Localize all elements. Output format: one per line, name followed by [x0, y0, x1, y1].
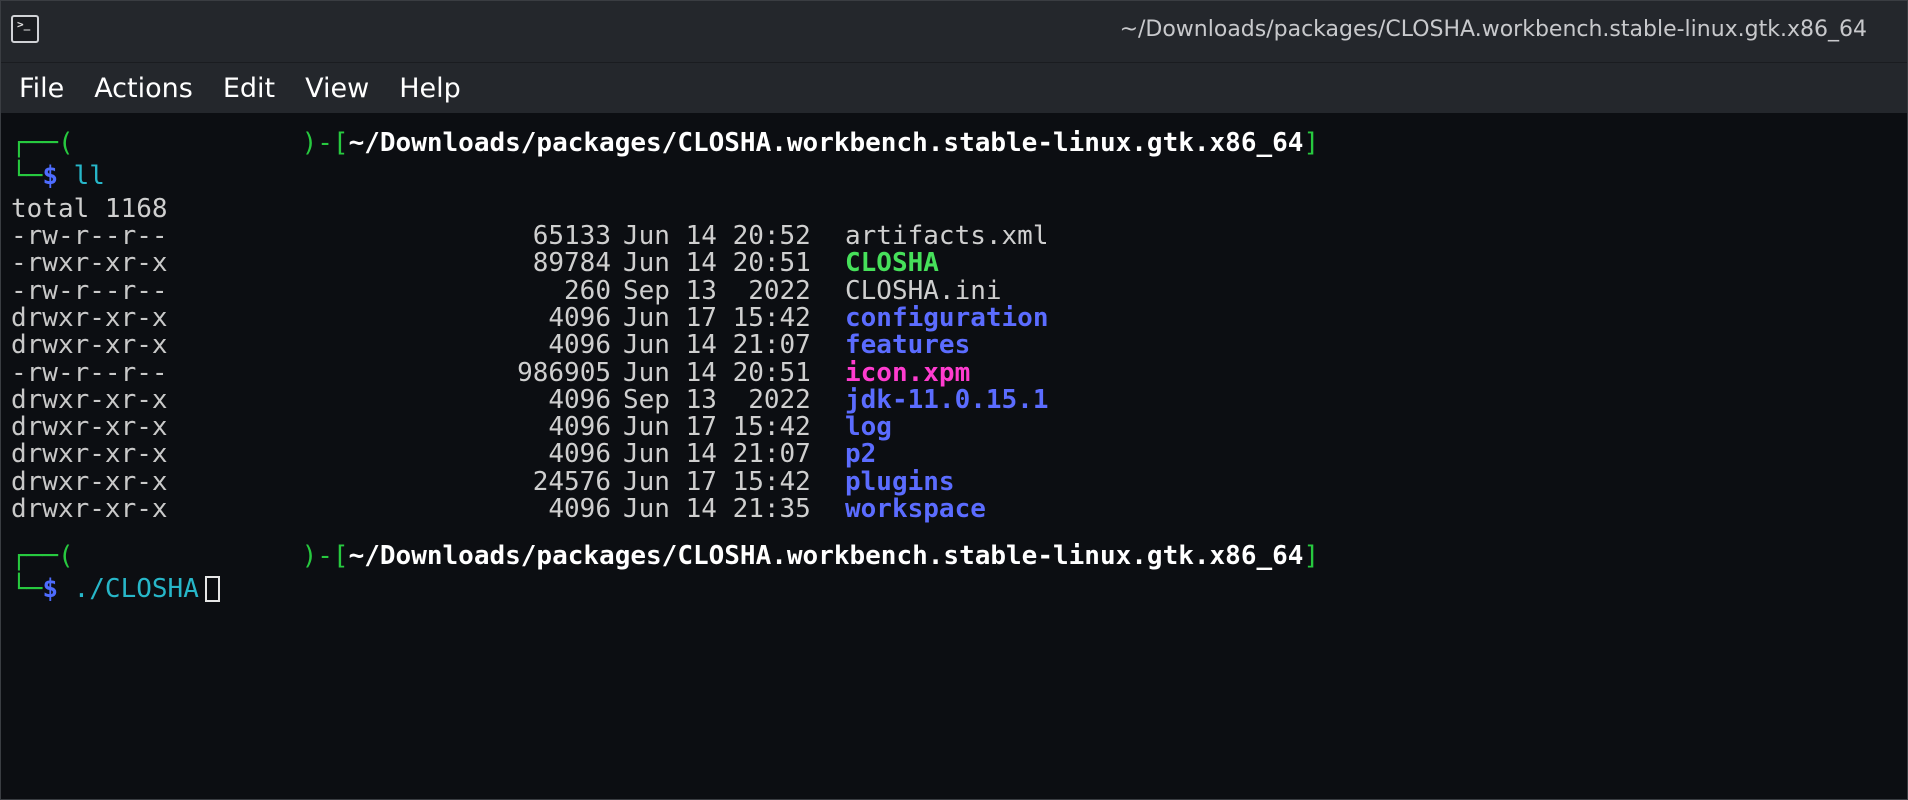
menu-actions[interactable]: Actions [94, 73, 193, 104]
menu-file[interactable]: File [19, 73, 64, 104]
terminal-icon: >_ [11, 15, 39, 43]
file-date: Jun 14 21:35 [623, 494, 811, 524]
prompt-path: ~/Downloads/packages/CLOSHA.workbench.st… [348, 541, 1304, 571]
prompt-corner-bottom: └─ [11, 574, 43, 604]
prompt-command-line: └─$ ll [11, 160, 105, 193]
menu-edit[interactable]: Edit [223, 73, 275, 104]
prompt-header-line-2: ┌──( )-[~/Downloads/packages/CLOSHA.workb… [11, 540, 1319, 573]
prompt-bracket-close: ] [1303, 541, 1320, 571]
menu-bar: File Actions Edit View Help [1, 63, 1907, 113]
prompt-dollar: $ [42, 161, 58, 191]
prompt-corner-bottom: └─ [11, 161, 43, 191]
prompt-path: ~/Downloads/packages/CLOSHA.workbench.st… [348, 128, 1304, 158]
command-text: ll [73, 161, 105, 191]
prompt-command-line-2: └─$ ./CLOSHA [11, 573, 220, 606]
text-cursor [204, 576, 220, 602]
menu-help[interactable]: Help [399, 73, 461, 104]
prompt-header-line: ┌──( )-[~/Downloads/packages/CLOSHA.workb… [11, 127, 1319, 160]
listing-row: drwxr-xr-x 4096 Jun 14 21:35 workspace [11, 493, 1891, 526]
prompt-separator: )-[ [301, 128, 349, 158]
file-name: workspace [845, 494, 986, 524]
title-bar[interactable]: >_ ~/Downloads/packages/CLOSHA.workbench… [1, 1, 1907, 63]
command-text: ./CLOSHA [73, 574, 199, 604]
prompt-corner-top: ┌──( [11, 128, 74, 158]
prompt-corner-top: ┌──( [11, 541, 74, 571]
prompt-bracket-close: ] [1303, 128, 1320, 158]
prompt-dollar: $ [42, 574, 58, 604]
menu-view[interactable]: View [305, 73, 369, 104]
file-size: 4096 [548, 494, 611, 524]
terminal-output[interactable]: ┌──()-[~/Downloads/packages/CLOSHA.workb… [1, 113, 1907, 799]
terminal-window: >_ ~/Downloads/packages/CLOSHA.workbench… [0, 0, 1908, 800]
prompt-separator: )-[ [301, 541, 349, 571]
window-title: ~/Downloads/packages/CLOSHA.workbench.st… [1119, 17, 1867, 42]
file-permissions: drwxr-xr-x [11, 494, 168, 524]
